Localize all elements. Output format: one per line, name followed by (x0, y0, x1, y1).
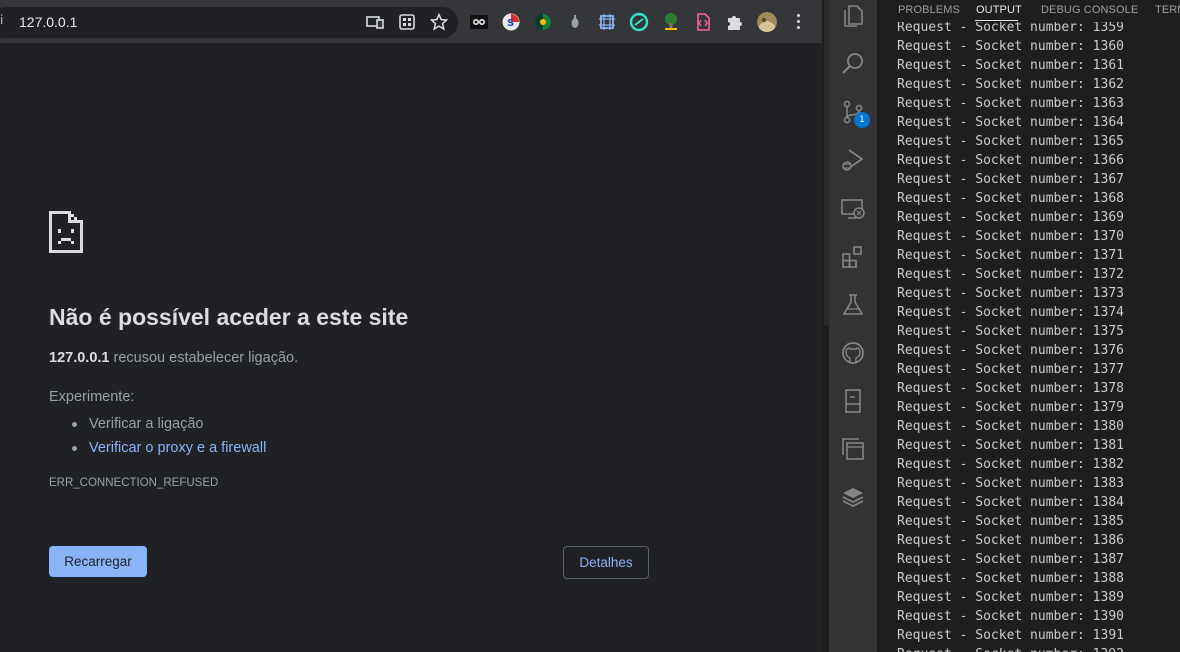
output-line: Request - Socket number: 1388 (897, 571, 1124, 586)
run-debug-icon[interactable] (840, 147, 866, 173)
output-line: Request - Socket number: 1376 (897, 343, 1124, 358)
output-line: Request - Socket number: 1383 (897, 476, 1124, 491)
output-line: Request - Socket number: 1364 (897, 115, 1124, 130)
output-line: Request - Socket number: 1379 (897, 400, 1124, 415)
active-tab-indicator (975, 20, 1018, 21)
error-host: 127.0.0.1 (49, 350, 110, 366)
output-line: Request - Socket number: 1361 (897, 58, 1124, 73)
output-line: Request - Socket number: 1368 (897, 191, 1124, 206)
output-log[interactable]: Request - Socket number: 1359 Request - S… (897, 18, 1124, 652)
database-icon[interactable] (840, 484, 866, 510)
ext-icon-3[interactable] (533, 12, 553, 32)
output-line: Request - Socket number: 1387 (897, 552, 1124, 567)
output-line: Request - Socket number: 1381 (897, 438, 1124, 453)
output-line: Request - Socket number: 1366 (897, 153, 1124, 168)
output-line: Request - Socket number: 1382 (897, 457, 1124, 472)
suggestions-label: Experimente: (49, 389, 135, 405)
tab-problems[interactable]: PROBLEMS (898, 4, 960, 17)
sad-page-icon (49, 211, 83, 253)
ext-icon-5[interactable] (597, 12, 617, 32)
search-icon[interactable] (840, 51, 866, 77)
output-line: Request - Socket number: 1360 (897, 39, 1124, 54)
tab-terminal[interactable]: TERMI (1155, 4, 1180, 17)
ext-icon-7[interactable] (661, 12, 681, 32)
output-line: Request - Socket number: 1362 (897, 77, 1124, 92)
output-line: Request - Socket number: 1380 (897, 419, 1124, 434)
output-line: Request - Socket number: 1375 (897, 324, 1124, 339)
output-line: Request - Socket number: 1392 (897, 645, 1124, 652)
tab-debug-console[interactable]: DEBUG CONSOLE (1041, 4, 1138, 17)
puzzle-icon[interactable] (725, 12, 745, 32)
output-line: Request - Socket number: 1384 (897, 495, 1124, 510)
suggestion-check-connection: Verificar a ligação (71, 412, 266, 436)
remote-explorer-icon[interactable] (840, 196, 866, 222)
suggestion-check-proxy-link[interactable]: Verificar o proxy e a firewall (71, 436, 266, 460)
panels-icon[interactable] (840, 436, 866, 462)
output-line: Request - Socket number: 1370 (897, 229, 1124, 244)
browser-toolbar: i 127.0.0.1 S (0, 0, 822, 43)
activity-bar: 1 (829, 0, 877, 652)
address-url[interactable]: 127.0.0.1 (19, 14, 77, 30)
output-line: Request - Socket number: 1369 (897, 210, 1124, 225)
error-description-text: recusou estabelecer ligação. (109, 350, 299, 366)
svg-text:S: S (507, 18, 514, 29)
details-button[interactable]: Detalhes (563, 546, 649, 579)
reload-button[interactable]: Recarregar (49, 546, 147, 577)
output-line: Request - Socket number: 1391 (897, 628, 1124, 643)
output-line: Request - Socket number: 1374 (897, 305, 1124, 320)
suggestions-list: Verificar a ligação Verificar o proxy e … (71, 412, 266, 460)
profile-avatar[interactable] (757, 12, 777, 32)
output-line: Request - Socket number: 1365 (897, 134, 1124, 149)
output-line: Request - Socket number: 1377 (897, 362, 1124, 377)
output-line: Request - Socket number: 1373 (897, 286, 1124, 301)
output-line: Request - Socket number: 1390 (897, 609, 1124, 624)
output-line: Request - Socket number: 1378 (897, 381, 1124, 396)
error-code: ERR_CONNECTION_REFUSED (49, 477, 219, 489)
github-icon[interactable] (840, 340, 866, 366)
ext-icon-6[interactable] (629, 12, 649, 32)
output-line: Request - Socket number: 1389 (897, 590, 1124, 605)
star-icon[interactable] (430, 13, 448, 31)
ext-icon-4[interactable] (565, 12, 585, 32)
output-line: Request - Socket number: 1372 (897, 267, 1124, 282)
output-line: Request - Socket number: 1385 (897, 514, 1124, 529)
tab-output[interactable]: OUTPUT (976, 4, 1022, 17)
explorer-icon[interactable] (840, 3, 866, 29)
error-description: 127.0.0.1 recusou estabelecer ligação. (49, 349, 298, 367)
extensions-icon[interactable] (840, 244, 866, 270)
browser-menu-icon[interactable] (796, 14, 802, 30)
panel-tabs: PROBLEMS OUTPUT DEBUG CONSOLE TERMI (877, 0, 1180, 22)
source-control-badge: 1 (854, 112, 870, 128)
output-line: Request - Socket number: 1386 (897, 533, 1124, 548)
output-line: Request - Socket number: 1367 (897, 172, 1124, 187)
bookmarks-icon[interactable] (840, 388, 866, 414)
site-info-icon[interactable]: i (0, 13, 12, 27)
output-line: Request - Socket number: 1363 (897, 96, 1124, 111)
ext-icon-1[interactable] (469, 12, 489, 32)
ext-icon-2[interactable]: S (501, 12, 521, 32)
testing-icon[interactable] (840, 292, 866, 318)
qr-icon[interactable] (398, 13, 416, 31)
ext-icon-8[interactable] (693, 12, 713, 32)
output-line: Request - Socket number: 1371 (897, 248, 1124, 263)
error-title: Não é possível aceder a este site (49, 304, 409, 330)
output-panel: Request - Socket number: 1359 Request - S… (877, 0, 1180, 652)
browser-window: i 127.0.0.1 S Não é possível aceder a es… (0, 0, 822, 652)
cast-icon[interactable] (366, 13, 384, 31)
error-page: Não é possível aceder a este site 127.0.… (0, 44, 822, 652)
